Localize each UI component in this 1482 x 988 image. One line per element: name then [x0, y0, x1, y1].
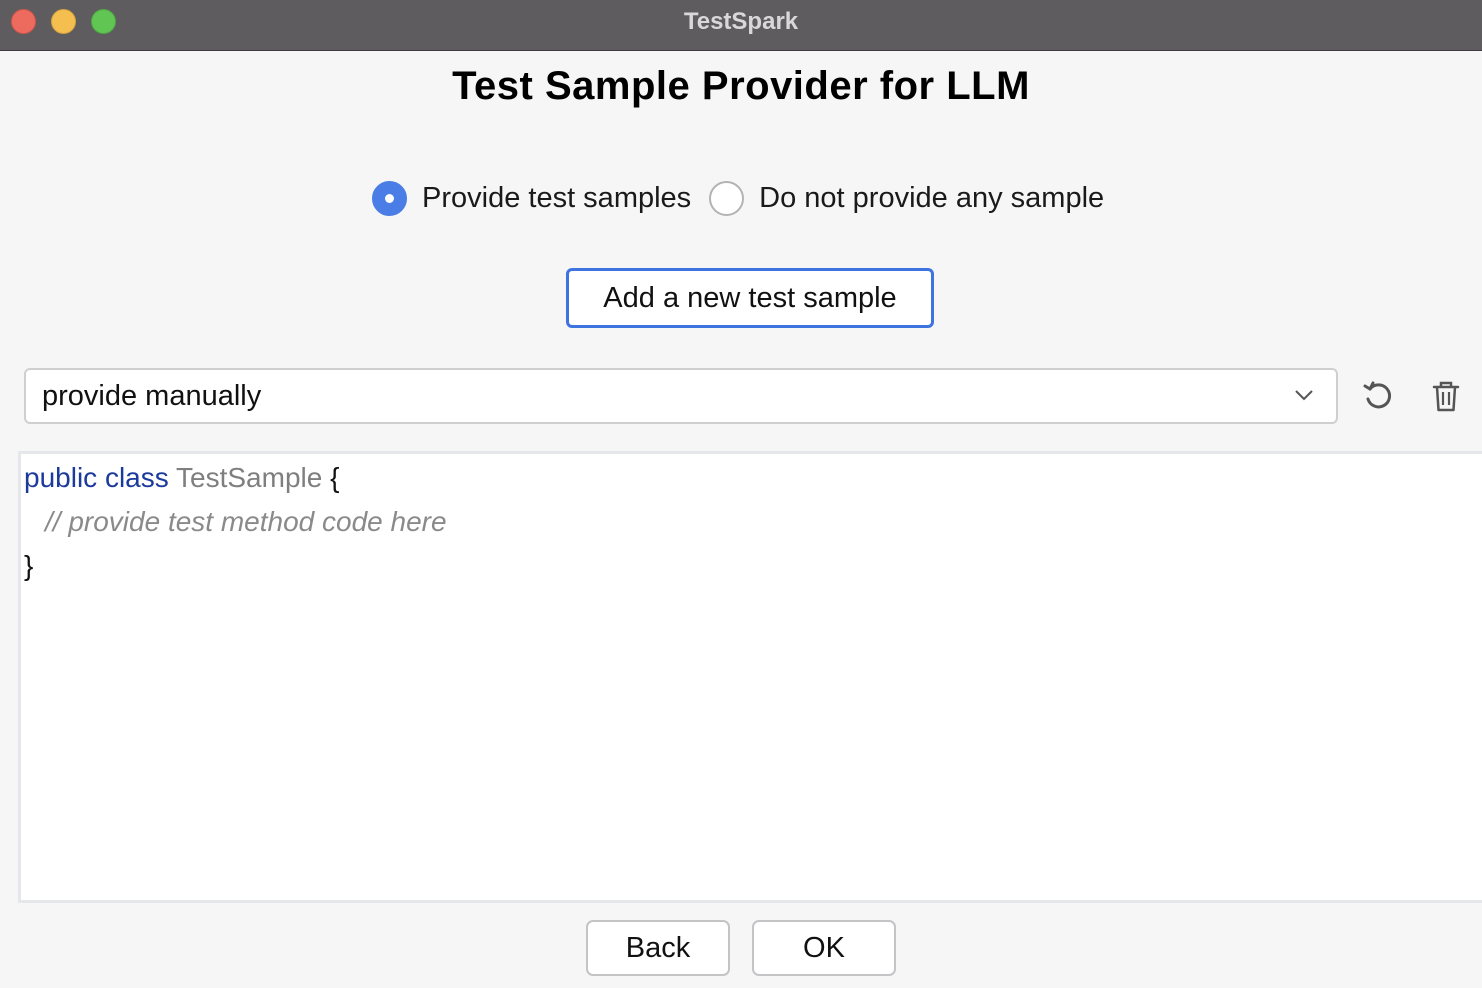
code-comment-line: // provide test method code here [45, 506, 447, 537]
trash-icon[interactable] [1429, 378, 1463, 414]
sample-select-value: provide manually [42, 380, 262, 412]
chevron-down-icon [1295, 390, 1313, 401]
radio-unchecked-icon[interactable] [709, 180, 745, 216]
code-keyword: public class [24, 462, 169, 493]
page-title: Test Sample Provider for LLM [452, 64, 1030, 108]
ok-button[interactable]: OK [752, 920, 896, 976]
radio-label-provide: Provide test samples [422, 181, 692, 214]
reset-icon[interactable] [1361, 378, 1395, 414]
sample-mode-radio-group: Provide test samples Do not provide any … [372, 178, 1104, 218]
dialog-window: TestSpark Test Sample Provider for LLM P… [0, 0, 1482, 988]
code-line-1: public class TestSample { [24, 462, 339, 494]
window-title: TestSpark [683, 8, 799, 35]
radio-provide-samples[interactable]: Provide test samples [372, 180, 692, 216]
radio-checked-icon[interactable] [372, 180, 407, 216]
code-open-brace: { [330, 462, 340, 493]
code-class-name: TestSample [176, 462, 323, 493]
code-editor[interactable]: public class TestSample { // provide tes… [18, 451, 1482, 903]
sample-select[interactable]: provide manually [24, 368, 1338, 424]
radio-no-sample[interactable]: Do not provide any sample [709, 180, 1105, 216]
code-close-brace: } [24, 550, 34, 581]
add-test-sample-button[interactable]: Add a new test sample [566, 268, 934, 328]
back-button[interactable]: Back [586, 920, 730, 976]
radio-label-none: Do not provide any sample [759, 181, 1105, 214]
title-bar: TestSpark [0, 0, 1482, 51]
